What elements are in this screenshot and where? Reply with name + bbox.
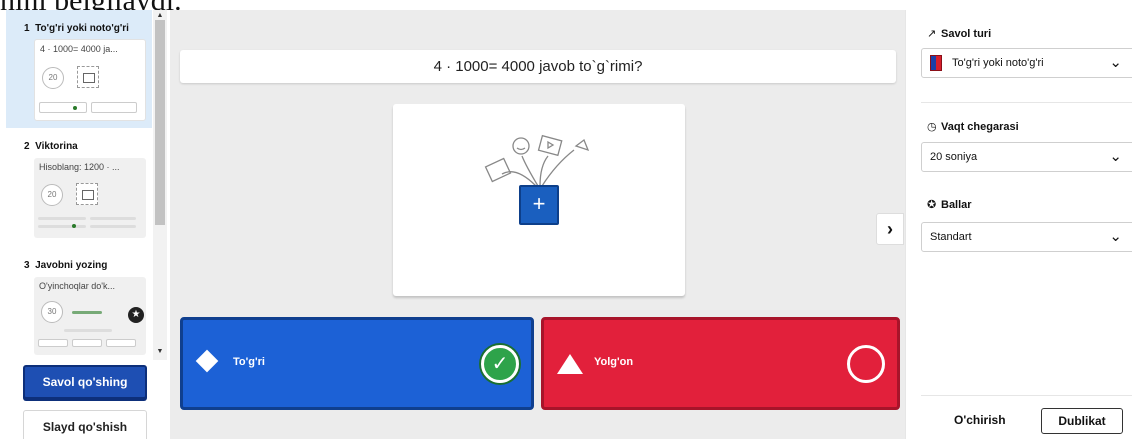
slide-preview-text: 4 · 1000= 4000 ja... (40, 44, 118, 54)
chevron-down-icon: ⌄ (1109, 54, 1122, 71)
answer-label: Yolg'on (594, 356, 634, 368)
chevron-right-icon[interactable]: › (876, 213, 904, 245)
slide-item-1[interactable]: 1 To'g'ri yoki noto'g'ri 4 · 1000= 4000 … (6, 10, 152, 128)
answer-option-true[interactable]: To'g'ri ✓ (180, 317, 534, 410)
star-icon: ★ (128, 307, 144, 323)
question-type-label: ↗ Savol turi (927, 28, 992, 40)
mark-correct-toggle[interactable] (847, 345, 885, 383)
triangle-icon (557, 354, 583, 374)
add-slide-button[interactable]: Slayd qo'shish (23, 410, 147, 439)
question-editor: 4 · 1000= 4000 javob to`g`rimi? + To'g'r… (170, 10, 905, 439)
medal-icon: ✪ (927, 199, 937, 211)
slide-preview: O'yinchoqlar do'k... 30 ★ (34, 277, 146, 355)
true-false-icon (930, 55, 942, 72)
scrollbar-thumb[interactable] (155, 20, 165, 225)
image-icon (76, 183, 98, 205)
question-type-select[interactable]: To'g'ri yoki noto'g'ri ⌄ (921, 48, 1132, 78)
slide-item-2[interactable]: 2 Viktorina Hisoblang: 1200 · ... 20 (6, 137, 152, 247)
media-illustration-icon (484, 134, 590, 187)
slide-preview-text: Hisoblang: 1200 · ... (39, 162, 120, 172)
slide-title: 3 Javobni yozing (24, 260, 108, 271)
slide-time: 20 (41, 184, 63, 206)
question-type-icon: ↗ (927, 28, 937, 40)
check-icon[interactable]: ✓ (481, 345, 519, 383)
slide-list-scrollbar[interactable]: ▲ ▼ (153, 10, 167, 360)
time-limit-select[interactable]: 20 soniya ⌄ (921, 142, 1132, 172)
delete-button[interactable]: O'chirish (954, 413, 1006, 427)
media-panel: + (393, 104, 685, 296)
answer-slot (39, 102, 87, 113)
answer-option-false[interactable]: Yolg'on (541, 317, 900, 410)
time-limit-label: ◷ Vaqt chegarasi (927, 121, 1019, 133)
points-label: ✪ Ballar (927, 199, 972, 211)
chevron-down-icon: ⌄ (1109, 228, 1122, 245)
diamond-icon (195, 349, 219, 373)
answer-slot (91, 102, 137, 113)
clock-icon: ◷ (927, 121, 937, 133)
slide-title: 1 To'g'ri yoki noto'g'ri (24, 23, 129, 34)
add-question-button[interactable]: Savol qo'shing (23, 365, 147, 399)
scroll-up-icon[interactable]: ▲ (156, 12, 164, 20)
chevron-down-icon: ⌄ (1109, 148, 1122, 165)
page-caption: nini belgilaydi. (0, 0, 182, 17)
slide-preview-text: O'yinchoqlar do'k... (39, 281, 115, 291)
image-icon (77, 66, 99, 88)
plus-icon: + (532, 191, 546, 216)
slide-title: 2 Viktorina (24, 141, 78, 152)
question-input[interactable]: 4 · 1000= 4000 javob to`g`rimi? (180, 50, 896, 83)
settings-panel: ↗ Savol turi To'g'ri yoki noto'g'ri ⌄ ◷ Vaq… (905, 10, 1132, 439)
points-select[interactable]: Standart ⌄ (921, 222, 1132, 252)
scroll-down-icon[interactable]: ▼ (156, 348, 164, 356)
slide-item-3[interactable]: 3 Javobni yozing O'yinchoqlar do'k... 30… (6, 256, 152, 356)
add-media-button[interactable]: + (519, 185, 559, 225)
slide-time: 30 (41, 301, 63, 323)
answer-label: To'g'ri (233, 356, 265, 368)
slide-time: 20 (42, 67, 64, 89)
slide-preview: Hisoblang: 1200 · ... 20 (34, 158, 146, 238)
duplicate-button[interactable]: Dublikat (1041, 408, 1123, 434)
slide-preview: 4 · 1000= 4000 ja... 20 (34, 39, 146, 121)
